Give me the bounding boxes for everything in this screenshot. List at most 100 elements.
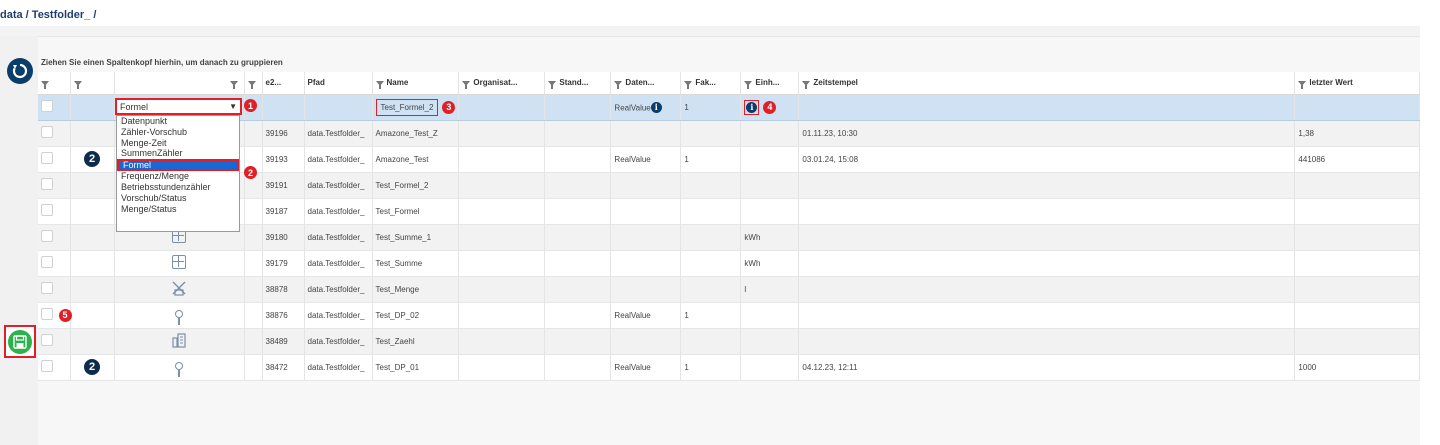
fak-cell: 1: [680, 146, 742, 173]
blank-cell: [244, 354, 263, 381]
option-menge-status[interactable]: Menge/Status: [117, 204, 239, 215]
table-row[interactable]: 39179 data.Testfolder_ Test_Summe kWh: [38, 250, 1420, 277]
filter-icon[interactable]: [73, 80, 82, 89]
col-einheit[interactable]: Einh...: [740, 72, 800, 95]
unit-info-highlight[interactable]: i: [744, 99, 760, 115]
col-daten[interactable]: Daten...: [610, 72, 682, 95]
row-checkbox[interactable]: [41, 360, 53, 372]
row-checkbox-cell[interactable]: [38, 224, 71, 251]
annotation-badge-1: 1: [244, 99, 257, 112]
row-checkbox-cell[interactable]: [38, 276, 71, 303]
name-field-highlight[interactable]: Test_Formel_2: [375, 98, 439, 116]
col-select[interactable]: [38, 72, 71, 95]
org-cell: [458, 276, 546, 303]
row-checkbox-cell[interactable]: [38, 250, 71, 277]
filter-icon[interactable]: [548, 80, 557, 89]
option-menge-zeit[interactable]: Menge-Zeit: [117, 138, 239, 149]
row-checkbox-cell[interactable]: [38, 94, 71, 121]
row-checkbox[interactable]: [41, 100, 53, 112]
row-checkbox-cell[interactable]: [38, 146, 71, 173]
unit-cell[interactable]: i4: [740, 94, 800, 121]
left-action-column: [0, 36, 38, 445]
group-hint: Ziehen Sie einen Spaltenkopf hierhin, um…: [41, 58, 283, 67]
option-summenzaehler[interactable]: SummenZähler: [117, 148, 239, 159]
row-checkbox-cell[interactable]: [38, 198, 71, 225]
breadcrumb[interactable]: data / Testfolder_ /: [0, 9, 96, 21]
option-betriebsstundenzaehler[interactable]: Betriebsstundenzähler: [117, 182, 239, 193]
name-cell: Test_DP_01: [372, 354, 460, 381]
filter-icon[interactable]: [375, 80, 384, 89]
option-formel[interactable]: Formel: [117, 159, 239, 172]
col-stand[interactable]: Stand...: [544, 72, 612, 95]
table-row[interactable]: 38878 data.Testfolder_ Test_Menge l: [38, 276, 1420, 303]
filter-icon[interactable]: [41, 80, 49, 89]
table-row[interactable]: 39180 data.Testfolder_ Test_Summe_1 kWh: [38, 224, 1420, 251]
id-cell: 39196: [262, 120, 305, 147]
col-pfad[interactable]: Pfad: [304, 72, 373, 95]
name-cell[interactable]: Test_Formel_2 3: [372, 94, 460, 121]
option-zaehler-vorschub[interactable]: Zähler-Vorschub: [117, 127, 239, 138]
stand-cell: [544, 94, 612, 121]
col-zeitstempel[interactable]: Zeitstempel: [798, 72, 1296, 95]
info-icon[interactable]: i: [650, 101, 662, 113]
filter-icon[interactable]: [614, 80, 623, 89]
toolbar-band: [0, 26, 1420, 36]
name-field[interactable]: Test_Formel_2: [381, 103, 434, 112]
type-select[interactable]: Formel ▼: [115, 98, 242, 115]
filter-icon[interactable]: [802, 80, 811, 89]
table-row[interactable]: 38489 data.Testfolder_ Test_Zaehl: [38, 328, 1420, 355]
last-value-cell: [1294, 276, 1420, 303]
col-letzter-wert[interactable]: letzter Wert: [1294, 72, 1420, 95]
filter-icon[interactable]: [1298, 80, 1307, 89]
row-checkbox-cell[interactable]: [38, 328, 71, 355]
table-row[interactable]: 39187 data.Testfolder_ Test_Formel: [38, 198, 1420, 225]
save-button[interactable]: [4, 325, 36, 358]
row-checkbox[interactable]: [41, 334, 53, 346]
col-badge[interactable]: [70, 72, 115, 95]
col-e2[interactable]: e2...: [262, 72, 305, 95]
row-checkbox-cell[interactable]: [38, 354, 71, 381]
filter-icon[interactable]: [744, 80, 753, 89]
filter-icon[interactable]: [247, 80, 256, 89]
col-name[interactable]: Name: [372, 72, 460, 95]
stand-cell: [544, 198, 612, 225]
row-checkbox[interactable]: [41, 230, 53, 242]
col-fak[interactable]: Fak...: [680, 72, 742, 95]
name-cell: Amazone_Test: [372, 146, 460, 173]
last-value-cell: [1294, 302, 1420, 329]
option-vorschub-status[interactable]: Vorschub/Status: [117, 193, 239, 204]
filter-icon[interactable]: [684, 80, 693, 89]
unit-cell: l: [740, 276, 800, 303]
col-type[interactable]: [114, 72, 245, 95]
filter-icon[interactable]: [462, 80, 471, 89]
table-row[interactable]: 39196 data.Testfolder_ Amazone_Test_Z 01…: [38, 120, 1420, 147]
col-blank[interactable]: [244, 72, 263, 95]
row-checkbox[interactable]: [41, 152, 53, 164]
row-checkbox[interactable]: [41, 308, 53, 320]
dtype-cell: [610, 276, 682, 303]
row-checkbox[interactable]: [41, 178, 53, 190]
last-value-cell: 1000: [1294, 354, 1420, 381]
name-cell: Amazone_Test_Z: [372, 120, 460, 147]
path-cell: [304, 94, 373, 121]
dtype-cell[interactable]: RealValue i: [610, 94, 682, 121]
type-select-options[interactable]: Datenpunkt Zähler-Vorschub Menge-Zeit Su…: [116, 115, 240, 232]
option-frequenz-menge[interactable]: Frequenz/Menge: [117, 171, 239, 182]
row-checkbox[interactable]: [41, 282, 53, 294]
path-cell: data.Testfolder_: [304, 224, 373, 251]
col-organisation[interactable]: Organisat...: [458, 72, 546, 95]
timestamp-cell: [798, 94, 1296, 121]
fak-cell: 1: [680, 302, 742, 329]
table-row[interactable]: 2 38472 data.Testfolder_ Test_DP_01 Real…: [38, 354, 1420, 381]
row-checkbox-cell[interactable]: [38, 120, 71, 147]
row-checkbox-cell[interactable]: [38, 172, 71, 199]
row-checkbox[interactable]: [41, 204, 53, 216]
info-icon[interactable]: i: [746, 101, 758, 113]
unit-cell: kWh: [740, 224, 800, 251]
table-row[interactable]: 5 38876 data.Testfolder_ Test_DP_02 Real…: [38, 302, 1420, 329]
refresh-button[interactable]: [7, 58, 33, 84]
filter-icon[interactable]: [229, 80, 238, 89]
row-checkbox[interactable]: [41, 126, 53, 138]
row-checkbox[interactable]: [41, 256, 53, 268]
option-datenpunkt[interactable]: Datenpunkt: [117, 116, 239, 127]
